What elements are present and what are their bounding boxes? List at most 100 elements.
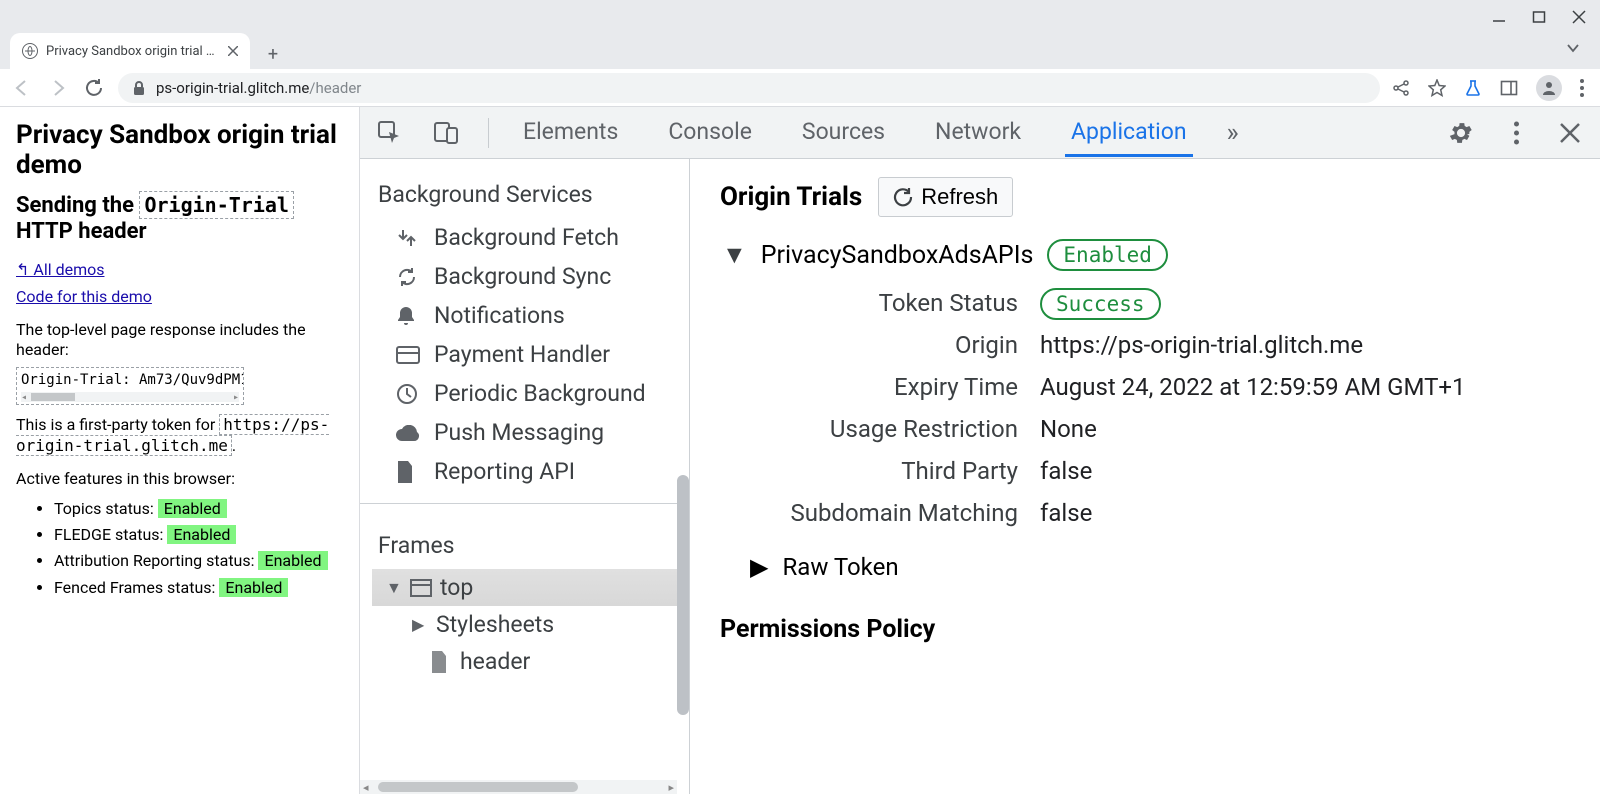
page-paragraph: The top-level page response includes the… [16, 320, 347, 362]
nav-forward-button[interactable] [46, 76, 70, 100]
address-bar[interactable]: ps-origin-trial.glitch.me/header [118, 73, 1380, 103]
refresh-button[interactable]: Refresh [878, 177, 1013, 217]
detail-label: Token Status [760, 289, 1040, 317]
service-icon [396, 425, 422, 441]
window-titlebar [0, 0, 1600, 33]
detail-value: https://ps-origin-trial.glitch.me [1040, 331, 1363, 359]
api-expand-row[interactable]: ▼ PrivacySandboxAdsAPIs Enabled [722, 239, 1570, 271]
code-sample: Origin-Trial: Am73/Quv9dPM1D ◂▸ [16, 367, 244, 405]
frame-stylesheets[interactable]: ▶ Stylesheets [372, 606, 689, 643]
detail-row: Expiry TimeAugust 24, 2022 at 12:59:59 A… [760, 373, 1570, 401]
bookmark-star-icon[interactable] [1428, 79, 1446, 97]
file-icon [430, 651, 452, 673]
detail-value: false [1040, 499, 1092, 527]
devtools-tab-network[interactable]: Network [929, 108, 1027, 157]
feature-item: Topics status: Enabled [54, 496, 347, 522]
raw-token-row[interactable]: ▶ Raw Token [750, 553, 1570, 581]
service-icon [396, 346, 422, 364]
sidebar-scrollbar[interactable] [677, 165, 689, 505]
frame-header[interactable]: header [372, 643, 689, 680]
nav-back-button[interactable] [10, 76, 34, 100]
tab-title: Privacy Sandbox origin trial de [46, 44, 220, 59]
detail-row: Originhttps://ps-origin-trial.glitch.me [760, 331, 1570, 359]
devtools-panel: Elements Console Sources Network Application… [360, 107, 1600, 794]
code-scrollbar[interactable]: ◂▸ [21, 392, 239, 402]
status-badge: Enabled [258, 551, 327, 570]
window-close-button[interactable] [1568, 6, 1590, 28]
browser-tab[interactable]: Privacy Sandbox origin trial de [10, 33, 250, 69]
new-tab-button[interactable]: + [258, 39, 288, 69]
devtools-tab-elements[interactable]: Elements [517, 108, 624, 157]
nav-reload-button[interactable] [82, 76, 106, 100]
url-domain: ps-origin-trial.glitch.me [156, 79, 309, 97]
detail-value: August 24, 2022 at 12:59:59 AM GMT+1 [1040, 373, 1466, 401]
panel-icon[interactable] [1500, 79, 1518, 97]
devtools-sidebar: Background Services Background FetchBack… [360, 159, 690, 794]
window-minimize-button[interactable] [1488, 6, 1510, 28]
origin-trials-title: Origin Trials [720, 182, 862, 212]
caret-right-icon: ▶ [750, 553, 768, 581]
lock-icon [132, 80, 146, 96]
api-name: PrivacySandboxAdsAPIs [761, 241, 1034, 270]
devtools-menu-icon[interactable] [1502, 119, 1530, 147]
globe-icon [22, 43, 38, 59]
all-demos-link[interactable]: ↰ All demos [16, 260, 104, 279]
device-toggle-icon[interactable] [432, 119, 460, 147]
share-icon[interactable] [1392, 79, 1410, 97]
experiment-flask-icon[interactable] [1464, 79, 1482, 97]
feature-item: Fenced Frames status: Enabled [54, 575, 347, 601]
devtools-tab-sources[interactable]: Sources [796, 108, 891, 157]
status-pill: Success [1040, 288, 1161, 320]
devtools-tabbar: Elements Console Sources Network Application… [360, 107, 1600, 159]
features-heading: Active features in this browser: [16, 469, 347, 490]
sidebar-h-scrollbar[interactable]: ◂▸ [360, 780, 677, 794]
page-paragraph: This is a first-party token for https://… [16, 415, 347, 457]
sidebar-item-background-sync[interactable]: Background Sync [360, 257, 689, 296]
browser-toolbar: ps-origin-trial.glitch.me/header [0, 69, 1600, 107]
permissions-policy-heading: Permissions Policy [720, 615, 1570, 644]
sidebar-item-push-messaging[interactable]: Push Messaging [360, 413, 689, 452]
feature-item: Attribution Reporting status: Enabled [54, 548, 347, 574]
sidebar-item-periodic-background[interactable]: Periodic Background [360, 374, 689, 413]
inspect-element-icon[interactable] [376, 119, 404, 147]
code-for-demo-link[interactable]: Code for this demo [16, 287, 152, 306]
detail-label: Subdomain Matching [760, 499, 1040, 527]
caret-right-icon: ▶ [412, 615, 428, 634]
service-icon [396, 305, 422, 327]
service-icon [396, 227, 422, 249]
detail-value: Success [1040, 289, 1161, 317]
sidebar-section-title: Frames [360, 516, 689, 569]
window-maximize-button[interactable] [1528, 6, 1550, 28]
api-status-badge: Enabled [1047, 239, 1168, 271]
devtools-tab-console[interactable]: Console [662, 108, 758, 157]
sidebar-item-background-fetch[interactable]: Background Fetch [360, 218, 689, 257]
page-subtitle: Sending the Origin-Trial HTTP header [16, 193, 347, 246]
feature-item: FLEDGE status: Enabled [54, 522, 347, 548]
profile-avatar[interactable] [1536, 75, 1562, 101]
detail-value: None [1040, 415, 1097, 443]
rendered-web-page: Privacy Sandbox origin trial demo Sendin… [0, 107, 360, 794]
detail-row: Third Partyfalse [760, 457, 1570, 485]
refresh-icon [893, 187, 913, 207]
devtools-close-icon[interactable] [1556, 119, 1584, 147]
separator [488, 118, 489, 148]
caret-down-icon: ▼ [386, 578, 402, 598]
tab-list-chevron-icon[interactable] [1566, 41, 1580, 55]
detail-label: Expiry Time [760, 373, 1040, 401]
status-badge: Enabled [219, 578, 288, 597]
detail-label: Third Party [760, 457, 1040, 485]
url-path: /header [309, 79, 361, 97]
overflow-chevron-icon[interactable]: » [1221, 108, 1245, 158]
status-badge: Enabled [167, 525, 236, 544]
settings-gear-icon[interactable] [1446, 118, 1476, 148]
menu-kebab-icon[interactable] [1580, 79, 1584, 97]
sidebar-item-reporting-api[interactable]: Reporting API [360, 452, 689, 491]
frame-top[interactable]: ▼ top [372, 569, 689, 606]
sidebar-item-payment-handler[interactable]: Payment Handler [360, 335, 689, 374]
detail-value: false [1040, 457, 1092, 485]
service-icon [396, 461, 422, 483]
detail-row: Token StatusSuccess [760, 289, 1570, 317]
sidebar-item-notifications[interactable]: Notifications [360, 296, 689, 335]
tab-close-icon[interactable] [228, 46, 238, 56]
devtools-tab-application[interactable]: Application [1065, 108, 1193, 157]
